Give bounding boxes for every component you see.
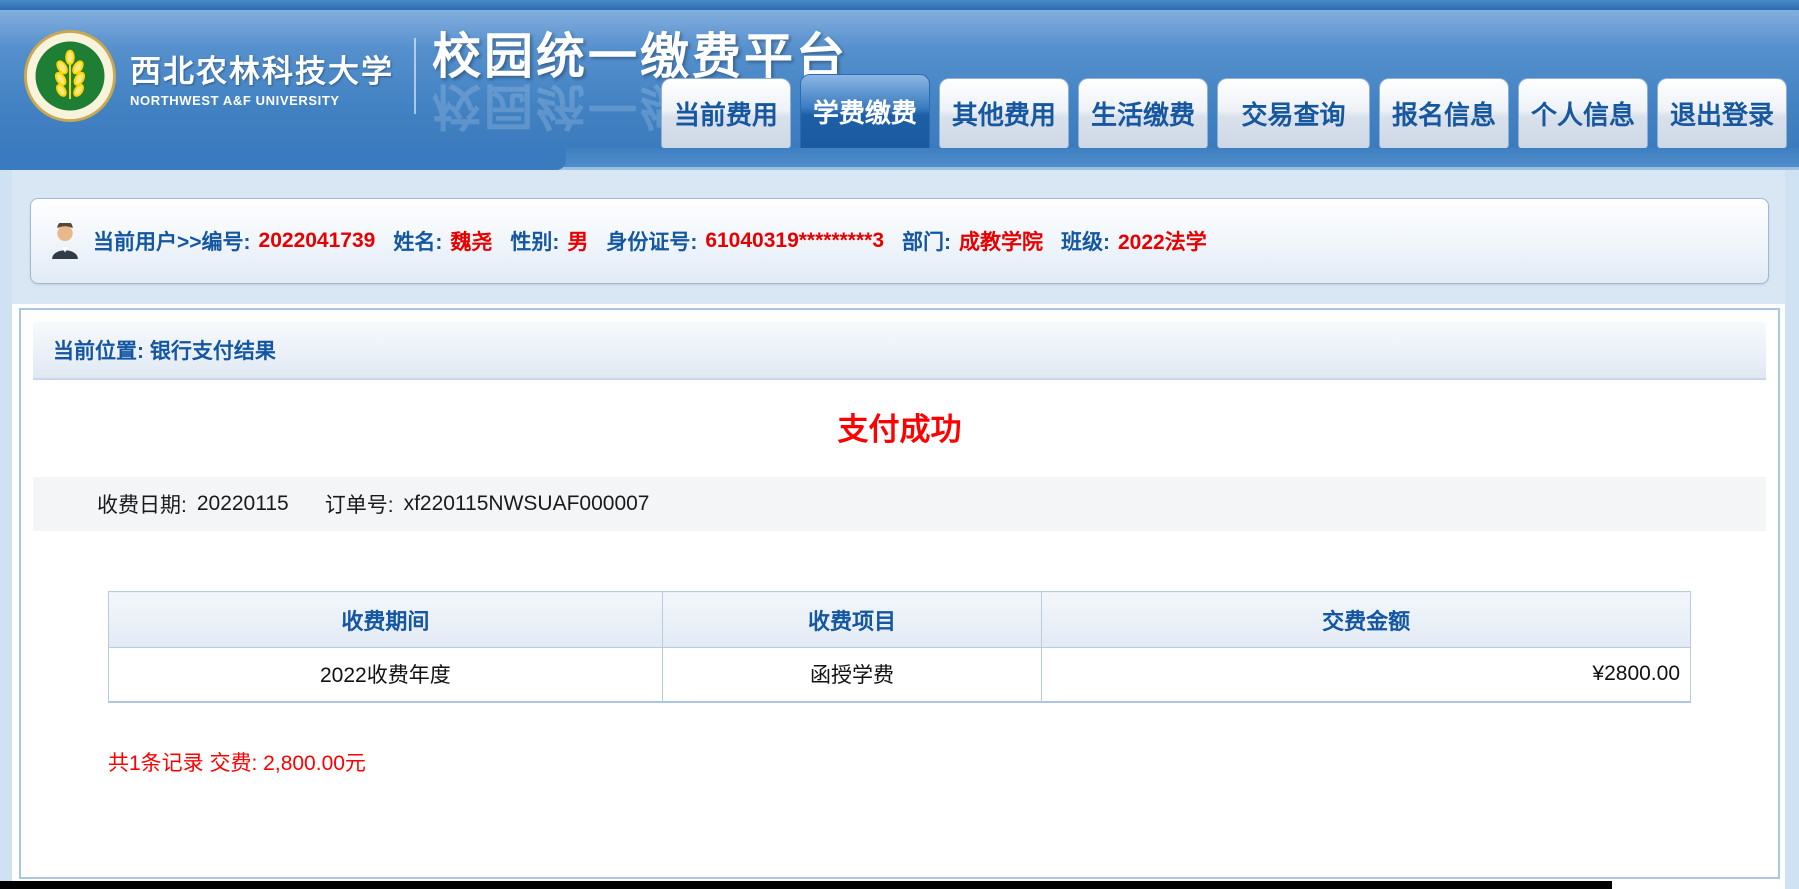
user-info-bar: 当前用户>> 编号: 2022041739 姓名: 魏尧 性别: 男 身份证号:…: [30, 198, 1769, 284]
charge-date-label: 收费日期:: [97, 489, 187, 519]
table-row: 2022收费年度 函授学费 ¥2800.00: [109, 648, 1691, 702]
breadcrumb-text: 当前位置: 银行支付结果: [53, 335, 276, 365]
tab-tuition-payment[interactable]: 学费缴费: [800, 74, 930, 148]
cell-charge-period: 2022收费年度: [109, 648, 663, 702]
tab-transaction-query[interactable]: 交易查询: [1217, 78, 1370, 148]
record-summary: 共1条记录 交费: 2,800.00元: [108, 747, 1766, 777]
user-avatar-icon: [49, 223, 81, 259]
field-label-class: 班级:: [1061, 226, 1110, 256]
nav-tabs: 当前费用 学费缴费 其他费用 生活缴费 交易查询 报名信息 个人信息 退出登录: [661, 74, 1787, 148]
charge-date-value: 20220115: [197, 492, 289, 516]
tab-registration-info[interactable]: 报名信息: [1379, 78, 1509, 148]
payment-result-title: 支付成功: [33, 404, 1766, 449]
header-row: 收费期间 收费项目 交费金额: [109, 592, 1691, 648]
order-number-value: xf220115NWSUAF000007: [404, 492, 650, 516]
window-left-edge: [0, 170, 12, 889]
order-number-label: 订单号:: [325, 489, 394, 519]
user-prefix: 当前用户>>: [93, 226, 202, 256]
payment-table-head: 收费期间 收费项目 交费金额: [109, 592, 1691, 648]
university-name-cn: 西北农林科技大学: [130, 46, 394, 91]
tab-current-fees[interactable]: 当前费用: [661, 78, 791, 148]
payment-details-bar: 收费日期: 20220115 订单号: xf220115NWSUAF000007: [33, 477, 1766, 531]
field-label-gender: 性别:: [510, 226, 559, 256]
field-value-department: 成教学院: [959, 226, 1043, 256]
header: 西北农林科技大学 NORTHWEST A&F UNIVERSITY 校园统一缴费…: [0, 10, 1799, 148]
brand-divider: [414, 38, 416, 114]
cell-charge-item: 函授学费: [662, 648, 1042, 702]
column-header-amount: 交费金额: [1042, 592, 1691, 648]
university-logo-icon: [24, 30, 116, 122]
window-bottom-edge: [0, 881, 1612, 889]
field-label-id: 编号:: [202, 226, 251, 256]
tab-other-fees[interactable]: 其他费用: [939, 78, 1069, 148]
column-header-item: 收费项目: [662, 592, 1042, 648]
header-bottom-strip: [0, 148, 1799, 170]
field-value-gender: 男: [567, 226, 588, 256]
tab-logout[interactable]: 退出登录: [1657, 78, 1787, 148]
field-label-name: 姓名:: [393, 226, 442, 256]
payment-table-body: 2022收费年度 函授学费 ¥2800.00: [109, 648, 1691, 702]
column-header-period: 收费期间: [109, 592, 663, 648]
field-label-id-card: 身份证号:: [606, 226, 697, 256]
tab-personal-info[interactable]: 个人信息: [1518, 78, 1648, 148]
header-strip-left-accent: [0, 148, 566, 170]
university-name-en: NORTHWEST A&F UNIVERSITY: [130, 93, 394, 108]
window-top-edge: [0, 0, 1799, 10]
payment-table: 收费期间 收费项目 交费金额 2022收费年度 函授学费 ¥2800.00: [108, 591, 1691, 703]
window-right-edge: [1785, 170, 1799, 889]
main-panel: 当前位置: 银行支付结果 支付成功 收费日期: 20220115 订单号: xf…: [19, 308, 1780, 879]
field-label-department: 部门:: [902, 226, 951, 256]
field-value-id: 2022041739: [259, 229, 376, 253]
tab-living-payment[interactable]: 生活缴费: [1078, 78, 1208, 148]
user-band: 当前用户>> 编号: 2022041739 姓名: 魏尧 性别: 男 身份证号:…: [0, 170, 1799, 304]
field-value-class: 2022法学: [1118, 226, 1207, 256]
cell-payment-amount: ¥2800.00: [1042, 648, 1691, 702]
university-names: 西北农林科技大学 NORTHWEST A&F UNIVERSITY: [130, 46, 394, 108]
field-value-id-card: 61040319*********3: [705, 229, 884, 253]
breadcrumb: 当前位置: 银行支付结果: [33, 322, 1766, 380]
field-value-name: 魏尧: [450, 226, 492, 256]
